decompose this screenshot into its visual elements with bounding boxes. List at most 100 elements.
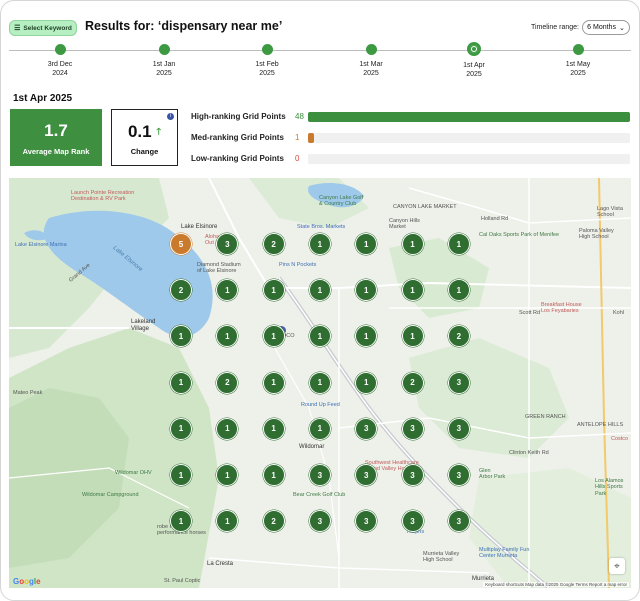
rank-pin[interactable]: 1 (262, 325, 285, 348)
rank-pin[interactable]: 1 (308, 233, 331, 255)
timeline-date-label: 1st Feb 2025 (237, 60, 297, 78)
rank-pin[interactable]: 1 (401, 325, 424, 348)
map-label-holland-rd: Holland Rd (481, 216, 509, 222)
map-label-paloma-valley: Paloma Valley High School (579, 228, 614, 241)
recenter-icon[interactable]: ⌖ (609, 558, 625, 574)
timeline-date-label: 1st Apr 2025 (444, 61, 504, 79)
rank-pin[interactable]: 1 (170, 464, 192, 486)
rank-pin[interactable]: 1 (308, 279, 331, 302)
rank-pin[interactable]: 3 (401, 464, 424, 486)
info-icon[interactable]: i (167, 113, 174, 120)
timeline-year-line: 2025 (259, 70, 275, 78)
map-label-kohl: Kohl (613, 310, 625, 316)
map-label-murrieta-valley-high: Murrieta Valley High School (423, 551, 460, 564)
map-label-wildomar: Wildomar (299, 444, 325, 450)
rank-pin[interactable]: 1 (355, 371, 378, 394)
timeline-dot[interactable] (365, 44, 377, 55)
rank-pin[interactable]: 3 (308, 510, 331, 533)
average-rank-card: 1.7 Average Map Rank (10, 109, 102, 166)
high-ranking-count: 48 (295, 112, 304, 121)
timeline-point[interactable]: 1st Mar 2025 (341, 44, 401, 78)
timeline-year-line: 2025 (570, 70, 586, 78)
rank-pin[interactable]: 2 (401, 371, 424, 394)
timeline-point[interactable]: 1st Jan 2025 (134, 44, 194, 78)
timeline-dot[interactable] (467, 42, 481, 56)
rank-pin[interactable]: 1 (262, 464, 285, 486)
map-footer: Keyboard shortcuts Map data ©2025 Google… (483, 582, 629, 587)
map-label-wildomar-campground: Wildomar Campground (82, 492, 139, 498)
timeline-date-label: 1st Mar 2025 (341, 60, 401, 78)
rank-pin[interactable]: 1 (170, 417, 192, 440)
low-ranking-count: 0 (295, 154, 300, 163)
map-label-round-up-feed: Round Up Feed (301, 402, 340, 408)
rank-pin[interactable]: 1 (262, 371, 285, 394)
map-label-multiplay: Multiplay Family Fun Center Murrieta (479, 547, 530, 560)
rank-pin[interactable]: 3 (447, 417, 470, 440)
rank-pin[interactable]: 1 (262, 417, 285, 440)
rank-pin[interactable]: 3 (308, 464, 331, 486)
timeline-track (9, 50, 631, 51)
rank-pin[interactable]: 2 (262, 510, 285, 533)
average-rank-label: Average Map Rank (22, 147, 90, 156)
timeline-date-line: 1st Feb (255, 61, 279, 68)
timeline-point[interactable]: 1st Feb 2025 (237, 44, 297, 78)
map-label-breakfast-house: Breakfast House Los Feyabaries (541, 302, 582, 315)
rank-pin[interactable]: 3 (447, 464, 470, 486)
map-label-costco: Costco (611, 436, 629, 442)
high-ranking-bar-fill (308, 112, 630, 122)
rank-pin[interactable]: 3 (401, 510, 424, 533)
rank-pin[interactable]: 3 (355, 417, 378, 440)
med-ranking-count: 1 (295, 133, 300, 142)
timeline-year-line: 2025 (156, 70, 172, 78)
change-label: Change (130, 147, 159, 156)
rank-pin[interactable]: 1 (308, 371, 331, 394)
page-title: Results for: ‘dispensary near me’ (85, 19, 283, 33)
timeline-year-line: 2024 (52, 70, 68, 78)
select-keyword-button[interactable]: ☰ Select Keyword (9, 20, 77, 36)
map-label-canyon-hills: Canyon Hills Market (389, 218, 420, 231)
timeline-range-value: 6 Months (587, 24, 616, 31)
rank-pin[interactable]: 2 (216, 371, 239, 394)
average-rank-value: 1.7 (44, 121, 68, 140)
timeline-dot[interactable] (54, 44, 66, 55)
rank-pin[interactable]: 3 (447, 371, 470, 394)
map-label-clinton-keith-rd: Clinton Keith Rd (509, 450, 549, 456)
rank-pin[interactable]: 1 (262, 279, 285, 302)
rank-pin[interactable]: 1 (401, 233, 424, 255)
rank-pin[interactable]: 3 (401, 417, 424, 440)
timeline-year-line: 2025 (466, 71, 482, 79)
rank-pin[interactable]: 1 (447, 279, 470, 302)
rank-pin[interactable]: 3 (447, 510, 470, 533)
med-ranking-bar (308, 133, 630, 143)
map-label-diamond-stadium: Diamond Stadium of Lake Elsinore (197, 262, 241, 275)
med-ranking-label: Med-ranking Grid Points (191, 133, 284, 142)
timeline-dot[interactable] (572, 44, 584, 55)
timeline-date-line: 1st Mar (359, 61, 383, 68)
map-label-lakeland-village: Lakeland Village (131, 319, 156, 332)
timeline-range-select[interactable]: 6 Months ⌄ (582, 20, 630, 35)
map-label-st-paul-coptic: St. Paul Coptic (164, 578, 201, 584)
timeline-point[interactable]: 1st May 2025 (548, 44, 608, 78)
rank-pin[interactable]: 5 (170, 233, 192, 255)
low-ranking-bar (308, 154, 630, 164)
timeline-point[interactable]: 3rd Dec 2024 (30, 44, 90, 78)
timeline-dot[interactable] (158, 44, 170, 55)
change-card: i 0.1 🡑 Change (111, 109, 178, 166)
arrow-up-icon: 🡑 (156, 126, 162, 136)
timeline-point[interactable]: 1st Apr 2025 (444, 42, 504, 79)
timeline-date-line: 1st May (565, 61, 591, 68)
map-label-state-bros: State Bros. Markets (297, 224, 346, 230)
rank-pin[interactable]: 1 (401, 279, 424, 302)
google-logo: Google (13, 577, 41, 586)
map-label-glen-arbor: Glen Arbor Park (479, 468, 506, 481)
change-value: 0.1 (127, 122, 152, 141)
select-keyword-label: Select Keyword (23, 24, 72, 32)
map-label-green-ranch: GREEN RANCH (525, 414, 566, 420)
rank-pin[interactable]: 1 (447, 233, 470, 255)
rank-map[interactable]: Launch Pointe Recreation Destination & RV… (9, 178, 631, 588)
rank-pin[interactable]: 2 (262, 233, 285, 255)
timeline-dot[interactable] (261, 44, 273, 55)
rank-pin[interactable]: 1 (216, 417, 239, 440)
rank-pin[interactable]: 1 (170, 371, 192, 394)
rank-pin[interactable]: 1 (308, 417, 331, 440)
